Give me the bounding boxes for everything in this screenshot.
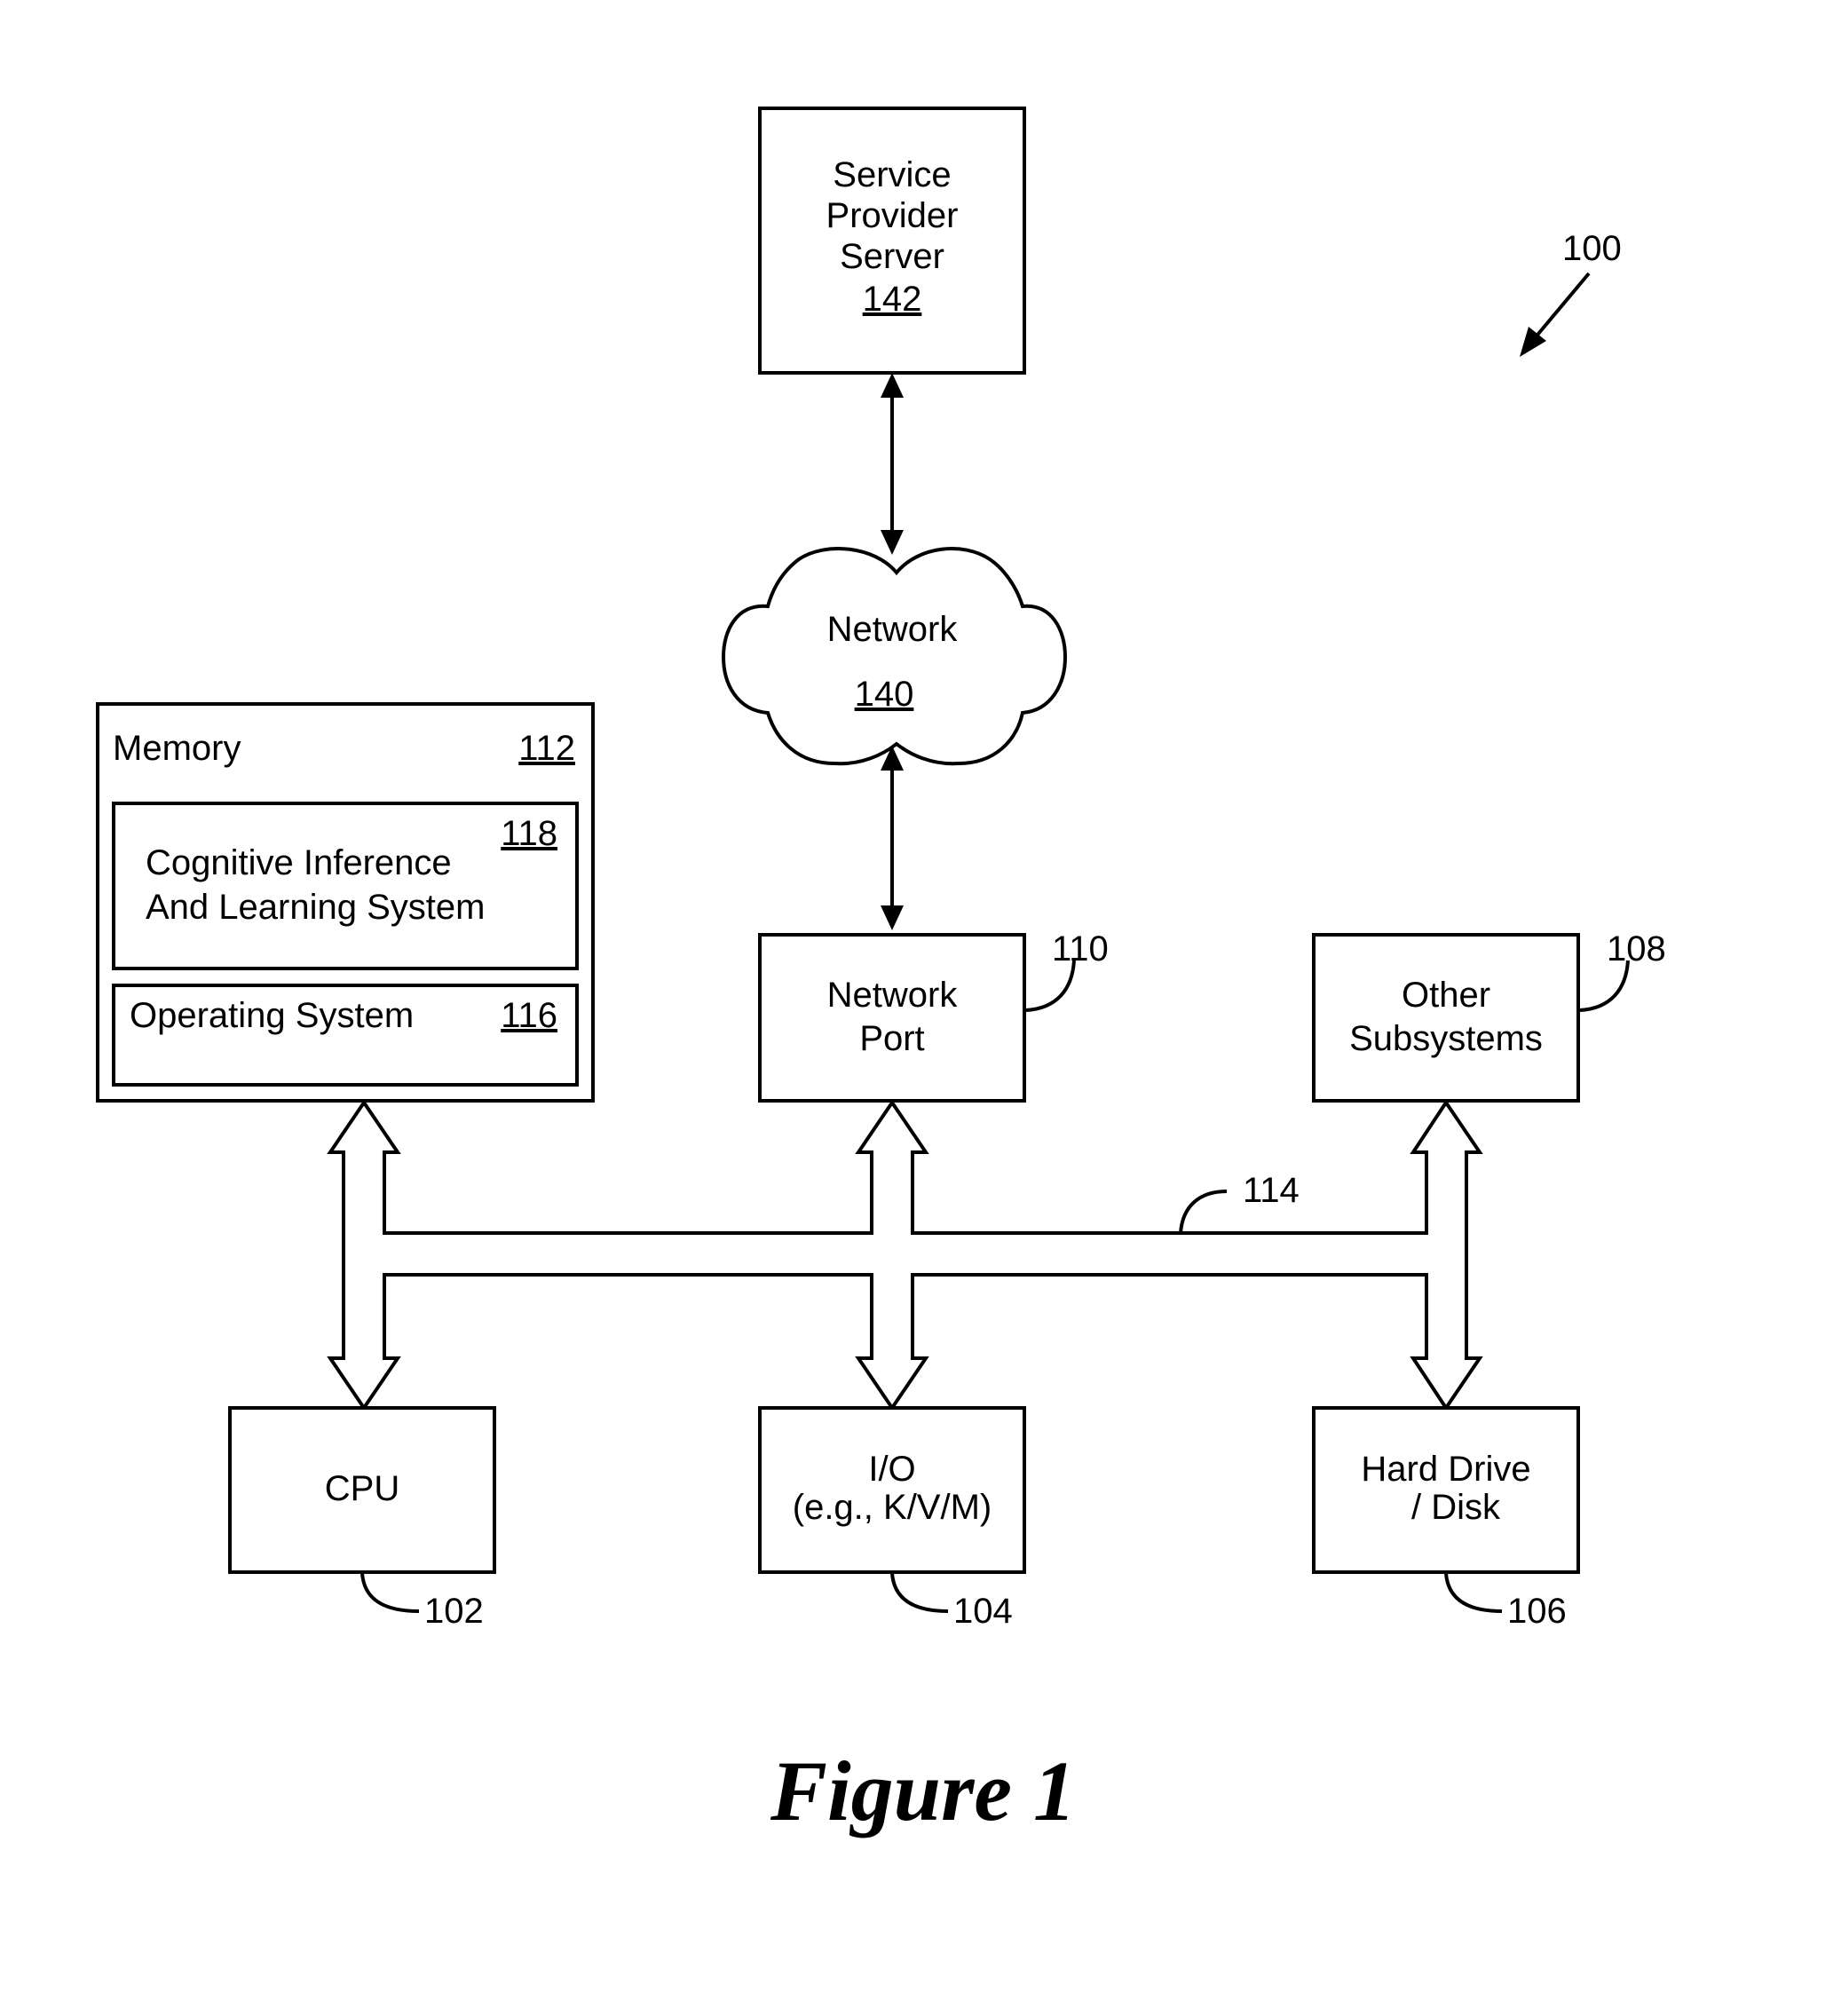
service-provider-server-ref: 142 — [863, 280, 922, 319]
hard-drive-line-2: / Disk — [1411, 1488, 1501, 1527]
service-provider-server-node: Service Provider Server 142 — [758, 107, 1026, 375]
network-label: Network — [827, 610, 959, 649]
figure-caption: Figure 1 — [770, 1743, 1076, 1838]
cognitive-system-line-2: And Learning System — [146, 888, 485, 927]
system-bus: 114 — [327, 1099, 1483, 1411]
network-cloud: Network 140 — [721, 547, 1068, 766]
cloud-icon — [721, 547, 1068, 766]
service-provider-server-line-2: Provider — [826, 196, 959, 235]
arrowhead-down-icon — [881, 530, 904, 555]
io-line-2: (e.g., K/V/M) — [793, 1488, 992, 1527]
operating-system-ref: 116 — [501, 996, 557, 1035]
figure-reference-arrow — [1532, 272, 1591, 341]
network-port-ref: 110 — [1052, 929, 1109, 968]
hard-drive-ref: 106 — [1507, 1592, 1567, 1631]
arrowhead-down-icon — [881, 905, 904, 930]
memory-label: Memory — [113, 729, 241, 768]
network-port-line-1: Network — [827, 976, 959, 1015]
bus-ref: 114 — [1243, 1171, 1300, 1210]
cpu-leader — [360, 1572, 420, 1613]
cpu-ref: 102 — [424, 1592, 484, 1631]
memory-ref: 112 — [518, 729, 575, 768]
figure-reference: 100 — [1520, 229, 1622, 357]
other-subsystems-line-2: Subsystems — [1349, 1019, 1543, 1058]
io-node: I/O (e.g., K/V/M) 104 — [758, 1406, 1026, 1631]
cpu-node: CPU 102 — [228, 1406, 496, 1631]
network-port-line-2: Port — [859, 1019, 924, 1058]
cognitive-system-node: 118 Cognitive Inference And Learning Sys… — [112, 802, 579, 970]
system-diagram: Service Provider Server 142 Network 140 … — [96, 107, 1666, 1838]
io-line-1: I/O — [868, 1450, 915, 1489]
service-provider-server-line-1: Service — [833, 155, 951, 194]
hard-drive-line-1: Hard Drive — [1361, 1450, 1530, 1489]
figure-reference-number: 100 — [1562, 229, 1622, 268]
other-subsystems-ref: 108 — [1607, 929, 1666, 968]
network-port-arrow — [881, 746, 904, 930]
network-ref: 140 — [855, 675, 914, 714]
server-network-arrow — [881, 373, 904, 555]
operating-system-node: Operating System 116 — [112, 984, 579, 1087]
cpu-label: CPU — [325, 1469, 399, 1508]
hard-drive-node: Hard Drive / Disk 106 — [1312, 1406, 1580, 1631]
service-provider-server-line-3: Server — [840, 237, 944, 276]
network-port-node: Network Port 110 — [758, 929, 1109, 1103]
bus-leader — [1179, 1190, 1228, 1234]
cognitive-system-ref: 118 — [501, 814, 557, 853]
arrowhead-up-icon — [881, 373, 904, 398]
io-leader — [890, 1572, 949, 1613]
io-ref: 104 — [953, 1592, 1013, 1631]
operating-system-label: Operating System — [130, 996, 414, 1035]
bus-outline — [327, 1099, 1483, 1411]
cognitive-system-line-1: Cognitive Inference — [146, 843, 452, 882]
other-subsystems-node: Other Subsystems 108 — [1312, 929, 1666, 1103]
memory-node: Memory 112 118 Cognitive Inference And L… — [96, 702, 595, 1103]
hard-drive-leader — [1444, 1572, 1503, 1613]
other-subsystems-line-1: Other — [1402, 976, 1490, 1015]
